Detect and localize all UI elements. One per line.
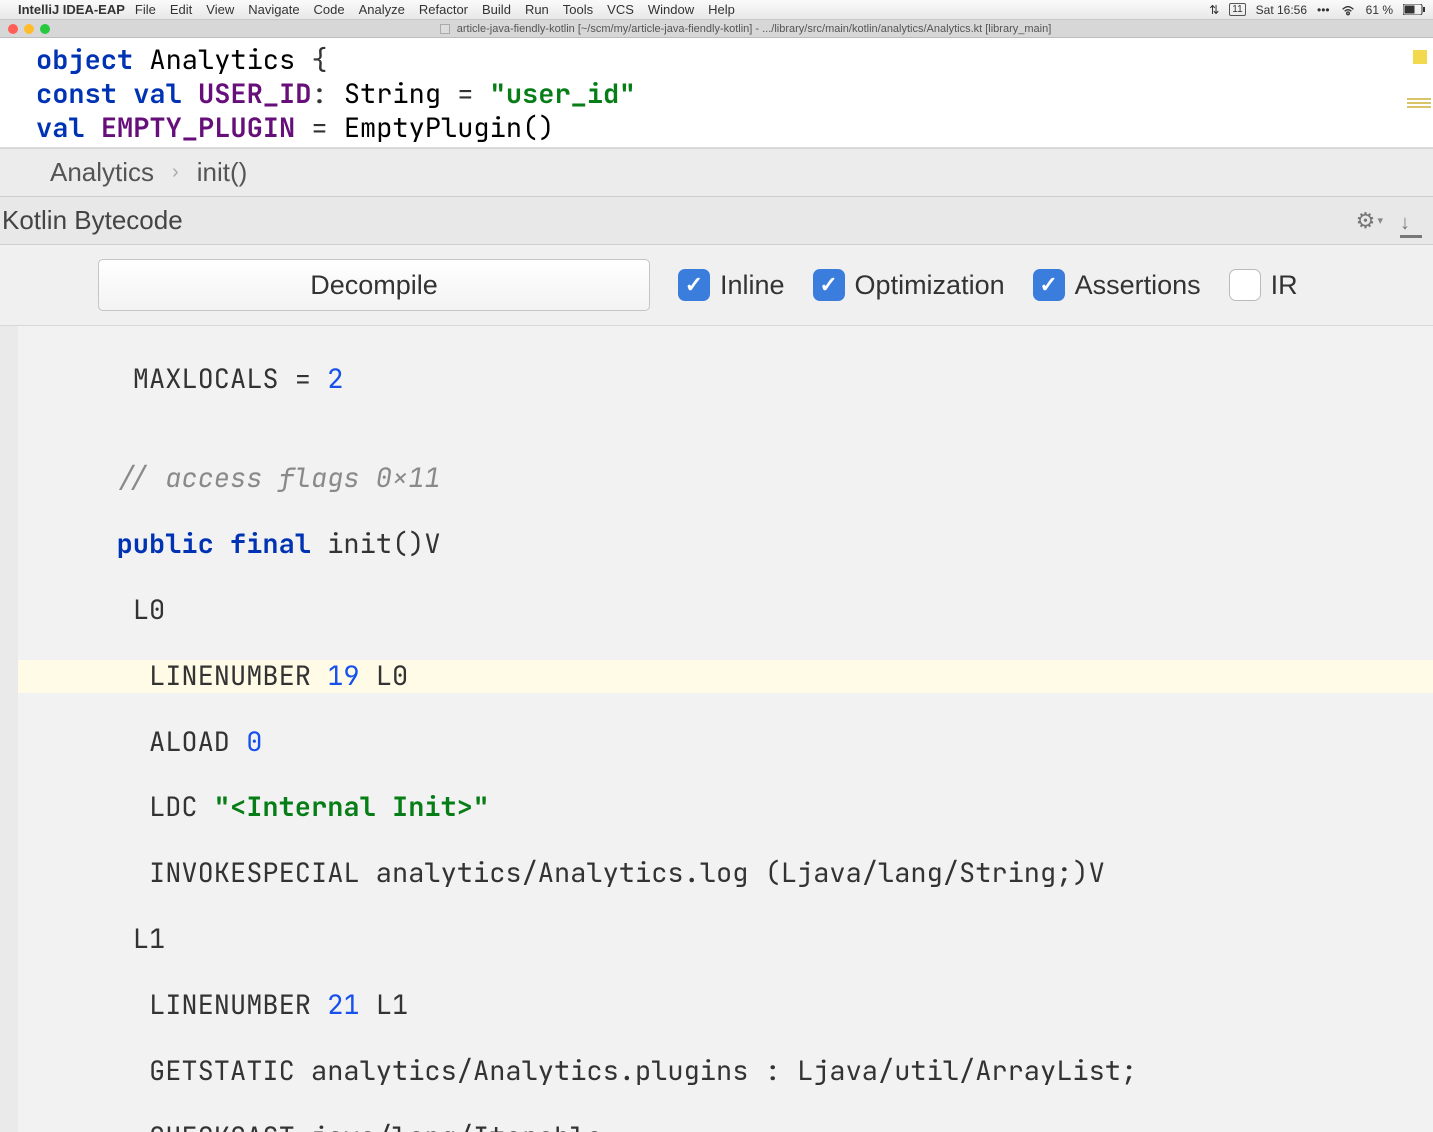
menu-tools[interactable]: Tools [563,2,593,17]
gear-dropdown-icon[interactable]: ▾ [1377,214,1383,227]
battery-icon[interactable] [1403,4,1425,15]
menu-analyze[interactable]: Analyze [359,2,405,17]
chevron-right-icon: › [172,161,179,184]
battery-percent: 61 % [1366,3,1393,17]
decompile-button[interactable]: Decompile [98,259,650,311]
bytecode-toolbar: Decompile Inline Optimization Assertions… [0,245,1433,326]
close-window-button[interactable] [8,24,18,34]
menu-vcs[interactable]: VCS [607,2,634,17]
breadcrumb: Analytics › init() [0,148,1433,197]
dropbox-icon[interactable]: ⇅ [1209,3,1219,17]
inline-checkbox[interactable] [678,269,710,301]
bytecode-line: public final init()V [18,528,1433,561]
more-icon[interactable]: ••• [1317,3,1330,17]
optimization-option: Optimization [813,269,1005,301]
bytecode-line: L0 [18,594,1433,627]
breadcrumb-item-class[interactable]: Analytics [50,157,154,188]
assertions-option: Assertions [1033,269,1201,301]
optimization-checkbox[interactable] [813,269,845,301]
gear-icon[interactable] [1351,207,1379,235]
optimization-label: Optimization [855,270,1005,301]
code-line-3: val EMPTY_PLUGIN = EmptyPlugin() [36,112,1403,146]
assertions-label: Assertions [1075,270,1201,301]
bytecode-line: CHECKCAST java/lang/Iterable [18,1121,1433,1132]
menu-view[interactable]: View [206,2,234,17]
source-editor[interactable]: object Analytics { const val USER_ID: St… [0,38,1433,148]
traffic-lights [0,24,58,34]
wifi-icon[interactable] [1340,4,1356,16]
bytecode-line-highlight: LINENUMBER 19 L0 [18,660,1433,693]
analysis-marker[interactable] [1413,50,1427,64]
bytecode-line: ALOAD 0 [18,726,1433,759]
menu-build[interactable]: Build [482,2,511,17]
status-tray: ⇅ 11 Sat 16:56 ••• 61 % [1209,3,1425,17]
inline-option: Inline [678,269,785,301]
menu-navigate[interactable]: Navigate [248,2,299,17]
bytecode-line: GETSTATIC analytics/Analytics.plugins : … [18,1055,1433,1088]
tool-window-header: Kotlin Bytecode ▾ [0,197,1433,245]
code-line-2: const val USER_ID: String = "user_id" [36,78,1403,112]
bytecode-line: // access flags 0x11 [18,462,1433,495]
menu-edit[interactable]: Edit [170,2,192,17]
bytecode-line: MAXLOCALS = 2 [18,363,1433,396]
bytecode-line: LDC "<Internal Init>" [18,791,1433,824]
bytecode-line: INVOKESPECIAL analytics/Analytics.log (L… [18,857,1433,890]
ir-option: IR [1229,269,1298,301]
assertions-checkbox[interactable] [1033,269,1065,301]
calendar-badge[interactable]: 11 [1229,3,1245,16]
app-name[interactable]: IntelliJ IDEA-EAP [18,2,125,17]
minimize-window-button[interactable] [24,24,34,34]
window-title: article-java-fiendly-kotlin [~/scm/my/ar… [58,23,1433,35]
bytecode-viewer[interactable]: MAXLOCALS = 2 // access flags 0x11 publi… [0,326,1433,1132]
code-line-1: object Analytics { [36,44,1403,78]
tool-window-title: Kotlin Bytecode [2,205,1345,236]
warning-stripes[interactable] [1407,98,1431,108]
menu-window[interactable]: Window [648,2,694,17]
window-title-text: article-java-fiendly-kotlin [~/scm/my/ar… [457,23,1051,35]
maximize-window-button[interactable] [40,24,50,34]
ir-checkbox[interactable] [1229,269,1261,301]
menu-code[interactable]: Code [314,2,345,17]
breadcrumb-item-method[interactable]: init() [197,157,248,188]
macos-menubar: IntelliJ IDEA-EAP File Edit View Navigat… [0,0,1433,20]
bytecode-line: L1 [18,923,1433,956]
menu-run[interactable]: Run [525,2,549,17]
hide-panel-icon[interactable] [1397,207,1425,235]
inline-label: Inline [720,270,785,301]
bytecode-line: LINENUMBER 21 L1 [18,989,1433,1022]
menu-help[interactable]: Help [708,2,735,17]
clock-text[interactable]: Sat 16:56 [1256,3,1307,17]
menu-refactor[interactable]: Refactor [419,2,468,17]
ir-label: IR [1271,270,1298,301]
menu-file[interactable]: File [135,2,156,17]
file-icon [440,24,450,34]
window-titlebar: article-java-fiendly-kotlin [~/scm/my/ar… [0,20,1433,38]
